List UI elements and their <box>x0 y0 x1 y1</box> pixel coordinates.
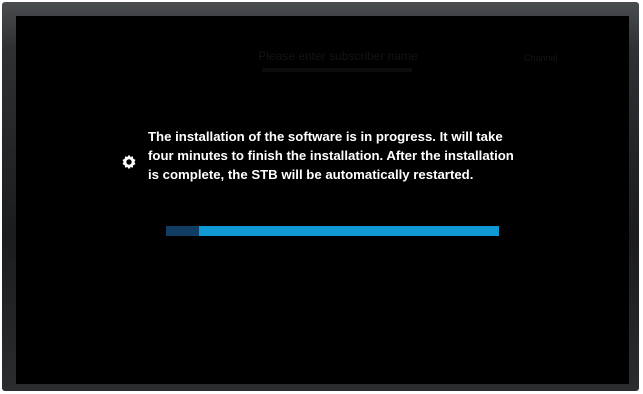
install-message-row: The installation of the software is in p… <box>120 127 600 184</box>
install-progress-bar <box>166 226 499 236</box>
background-right-label: Channel <box>524 53 558 63</box>
tv-screen: Please enter subscriber name Channel The… <box>16 16 629 384</box>
background-subtitle-bar <box>262 68 412 72</box>
install-progress-fill <box>166 226 200 236</box>
background-title: Please enter subscriber name <box>258 49 418 63</box>
gear-icon <box>122 154 136 170</box>
screenshot-frame: Please enter subscriber name Channel The… <box>0 0 643 394</box>
install-message: The installation of the software is in p… <box>148 129 514 182</box>
tv-bezel: Please enter subscriber name Channel The… <box>2 2 639 391</box>
